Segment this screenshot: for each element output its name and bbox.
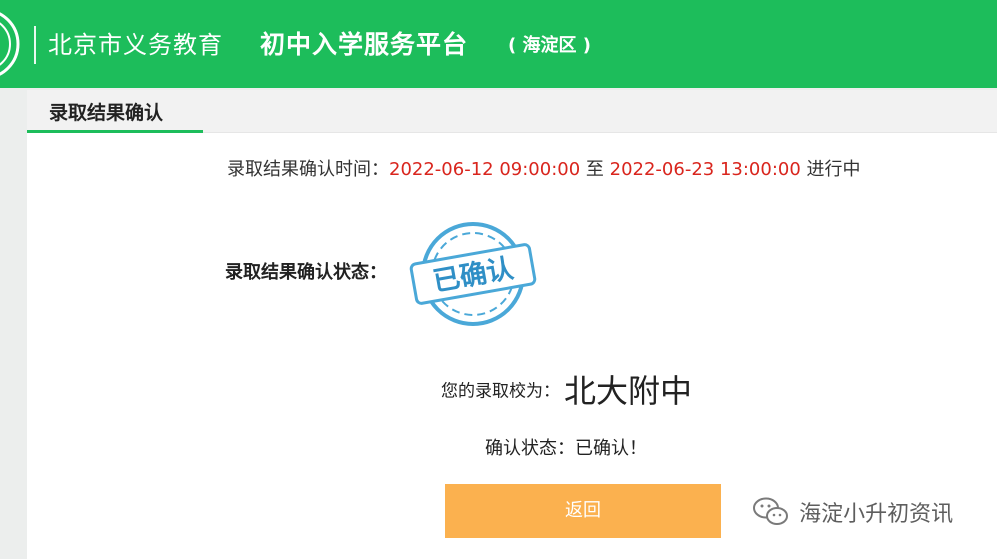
header-title-city: 北京市义务教育 [48,31,223,59]
header-divider [34,26,36,64]
content-card: 录取结果确认 录取结果确认时间：2022-06-12 09:00:00 至 20… [27,90,997,559]
tab-label: 录取结果确认 [49,102,164,124]
confirm-time-end: 2022-06-23 13:00:00 [609,159,801,180]
confirm-time-row: 录取结果确认时间：2022-06-12 09:00:00 至 2022-06-2… [227,156,861,184]
confirm-time-start: 2022-06-12 09:00:00 [389,159,581,180]
admission-school-label: 您的录取校为： [441,381,560,402]
watermark-text: 海淀小升初资讯 [799,502,954,527]
confirm-state-row: 确认状态：已确认！ [485,434,647,460]
page: 北京市义务教育 初中入学服务平台 ( 海淀区 ) 录取结果确认 录取结果确认时间… [0,0,997,559]
watermark: 海淀小升初资讯 [752,496,953,536]
confirm-state-value: 已确认！ [575,438,647,459]
confirmed-stamp-icon: 已确认 [407,216,537,336]
admission-school-name: 北大附中 [564,372,693,410]
confirm-time-status: 进行中 [800,159,861,180]
header-title-district: ( 海淀区 ) [508,35,591,56]
wechat-icon [752,496,790,528]
header-bar: 北京市义务教育 初中入学服务平台 ( 海淀区 ) [0,0,997,88]
confirm-time-label: 录取结果确认时间： [227,159,389,180]
confirm-state-label: 确认状态： [485,438,575,459]
tab-bar: 录取结果确认 [27,90,997,133]
tab-admission-confirm[interactable]: 录取结果确认 [27,90,203,133]
school-emblem-icon [0,6,20,82]
header-title-platform: 初中入学服务平台 [260,30,469,59]
confirm-status-label: 录取结果确认状态： [225,262,387,283]
back-button[interactable]: 返回 [445,484,721,538]
confirm-time-separator: 至 [580,159,610,180]
admission-school-row: 您的录取校为： 北大附中 [441,366,692,412]
